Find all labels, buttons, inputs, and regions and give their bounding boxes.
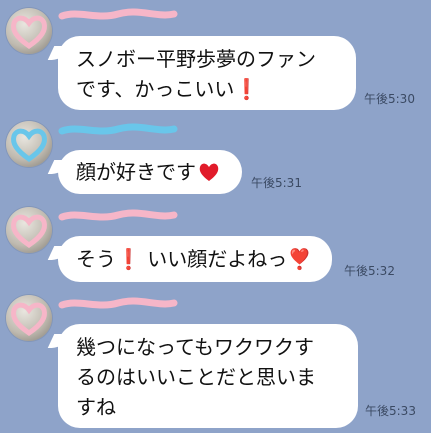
sender-name-redacted [58,297,178,309]
message-bubble[interactable]: そう❗ いい顔だよねっ❣️ [58,236,332,282]
sender-name-redacted [58,123,178,135]
avatar[interactable] [6,8,52,54]
message-text-line: るのはいいことだと思いま [76,365,316,389]
message-timestamp: 午後5:30 [364,92,415,106]
avatar[interactable] [6,121,52,167]
message-text-line: 幾つになってもワクワクす [76,335,314,359]
avatar[interactable] [6,207,52,253]
message-bubble[interactable]: スノボー平野歩夢のファン です、かっこいい❗ [58,36,356,110]
message-timestamp: 午後5:32 [344,264,395,278]
red-heart-icon [199,163,219,181]
avatar[interactable] [6,295,52,341]
sender-name-redacted [58,8,178,20]
message-text-line: スノボー平野歩夢のファン [76,47,316,71]
message-text-line: です、かっこいい❗ [76,77,260,101]
message-bubble[interactable]: 顔が好きです [58,150,242,194]
sender-name-redacted [58,209,178,221]
exclamation-emoji-icon: ❗ [234,77,260,101]
exclamation-emoji-icon: ❗ [116,247,141,271]
pink-heart-icon [11,15,47,50]
message-bubble[interactable]: 幾つになってもワクワクす るのはいいことだと思いま すね [58,324,358,428]
pink-heart-icon [11,302,47,337]
message-text-line: すね [76,395,116,419]
message-text: 顔が好きです [76,157,224,187]
pink-heart-icon [11,214,47,249]
message-timestamp: 午後5:31 [251,176,302,190]
chat-timeline[interactable]: スノボー平野歩夢のファン です、かっこいい❗ 午後5:30 顔が好きです 午後5… [0,0,431,433]
heart-exclamation-emoji-icon: ❣️ [287,247,313,271]
message-text: そう❗ いい顔だよねっ❣️ [76,247,313,271]
message-timestamp: 午後5:33 [365,404,416,418]
blue-heart-icon [11,128,47,163]
